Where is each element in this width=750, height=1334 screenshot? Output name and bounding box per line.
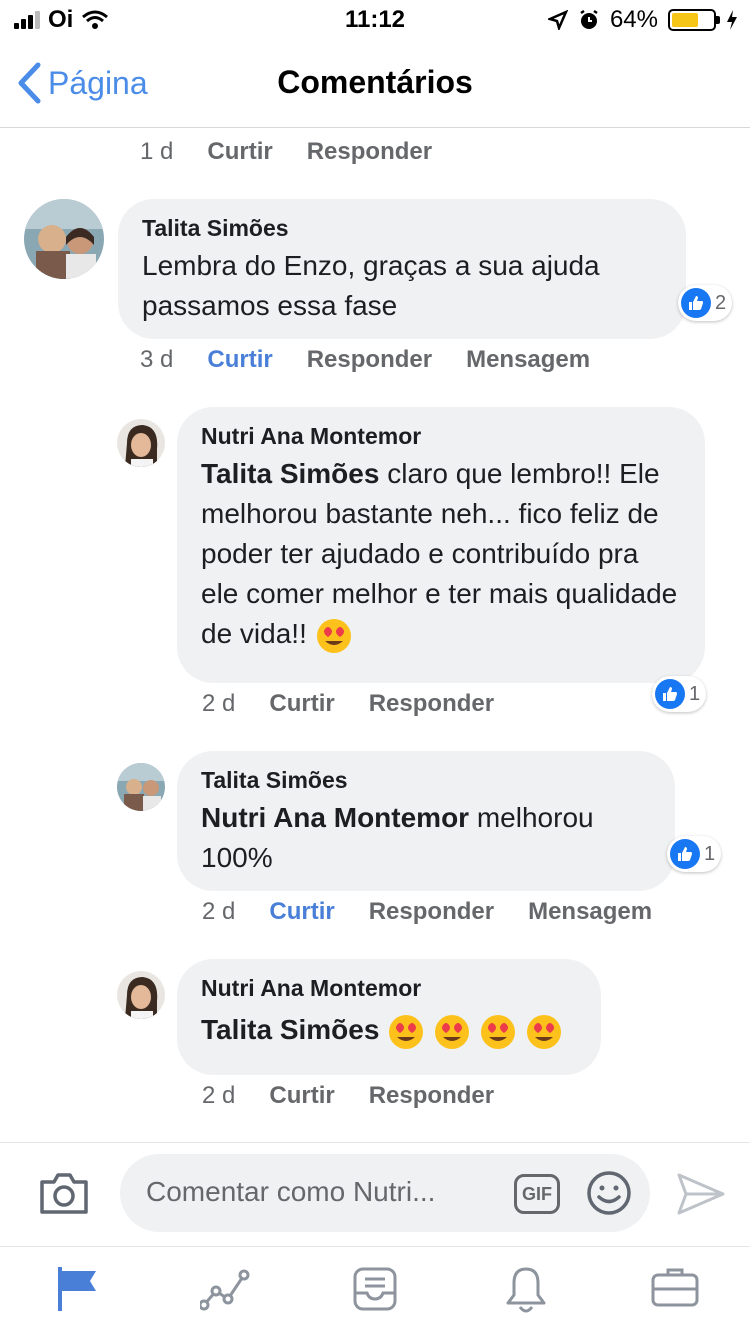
comment-input[interactable]: Comentar como Nutri... GIF bbox=[120, 1154, 650, 1232]
comment-bubble[interactable]: Nutri Ana Montemor Talita Simões bbox=[177, 959, 601, 1075]
status-bar: Oi 11:12 64% bbox=[0, 0, 750, 40]
like-action[interactable]: Curtir bbox=[207, 346, 272, 374]
comment-actions: 2 d Curtir Responder Mensagem bbox=[202, 898, 652, 926]
heart-eyes-emoji-icon bbox=[316, 618, 351, 653]
thumbs-up-icon bbox=[670, 839, 700, 869]
like-count: 2 bbox=[715, 291, 727, 314]
comment-time: 2 d bbox=[202, 690, 236, 717]
avatar-talita[interactable] bbox=[24, 199, 104, 279]
like-count: 1 bbox=[689, 682, 701, 705]
comment-text: Talita Simões bbox=[201, 1010, 577, 1051]
message-action[interactable]: Mensagem bbox=[466, 346, 590, 374]
mention-link[interactable]: Talita Simões bbox=[201, 458, 379, 489]
comment-text: Nutri Ana Montemor melhorou 100% bbox=[201, 798, 651, 878]
avatar-nutri[interactable] bbox=[117, 971, 165, 1019]
bell-icon bbox=[506, 1267, 546, 1313]
reply-action[interactable]: Responder bbox=[307, 138, 432, 166]
send-icon[interactable] bbox=[676, 1172, 726, 1221]
tab-tools[interactable] bbox=[650, 1265, 700, 1314]
battery-label: 64% bbox=[609, 6, 658, 33]
like-action[interactable]: Curtir bbox=[269, 898, 334, 926]
reply-action[interactable]: Responder bbox=[369, 690, 494, 718]
comment-bubble[interactable]: Talita Simões Lembra do Enzo, graças a s… bbox=[118, 199, 686, 339]
gif-icon[interactable]: GIF bbox=[514, 1174, 560, 1214]
reply-action[interactable]: Responder bbox=[369, 1082, 494, 1110]
comment-time: 1 d bbox=[140, 138, 174, 165]
mention-link[interactable]: Nutri Ana Montemor bbox=[201, 802, 469, 833]
tab-insights[interactable] bbox=[198, 1265, 250, 1316]
comment-actions-previous: 1 d Curtir Responder bbox=[140, 138, 432, 166]
divider bbox=[0, 1142, 750, 1143]
chart-icon bbox=[198, 1269, 250, 1311]
message-action[interactable]: Mensagem bbox=[528, 898, 652, 926]
comment-time: 2 d bbox=[202, 1082, 236, 1109]
comment-author[interactable]: Talita Simões bbox=[142, 215, 662, 242]
comment-time: 2 d bbox=[202, 898, 236, 925]
tab-page[interactable] bbox=[56, 1265, 98, 1318]
like-count: 1 bbox=[704, 842, 716, 865]
heart-eyes-emoji-icon bbox=[526, 1014, 561, 1049]
reply-action[interactable]: Responder bbox=[307, 346, 432, 374]
tab-notifications[interactable] bbox=[504, 1265, 548, 1320]
status-right: 64% bbox=[547, 6, 738, 34]
location-icon bbox=[547, 10, 568, 30]
reaction-count[interactable]: 1 bbox=[667, 836, 722, 872]
reaction-count[interactable]: 1 bbox=[652, 676, 707, 712]
comment-text: Talita Simões claro que lembro!! Ele mel… bbox=[201, 454, 681, 655]
comment-author[interactable]: Nutri Ana Montemor bbox=[201, 423, 681, 450]
like-action[interactable]: Curtir bbox=[207, 138, 272, 166]
heart-eyes-emoji-icon bbox=[435, 1014, 469, 1049]
page-title: Comentários bbox=[277, 64, 473, 100]
thumbs-up-icon bbox=[655, 679, 685, 709]
comment-actions: 2 d Curtir Responder bbox=[202, 690, 494, 718]
comment-author[interactable]: Nutri Ana Montemor bbox=[201, 975, 577, 1002]
thumbs-up-icon bbox=[681, 288, 711, 318]
comment-bubble[interactable]: Nutri Ana Montemor Talita Simões claro q… bbox=[177, 407, 705, 683]
comment-time: 3 d bbox=[140, 346, 174, 373]
nav-bar: Página Comentários bbox=[0, 40, 750, 128]
charging-icon bbox=[727, 10, 737, 30]
battery-icon bbox=[668, 9, 720, 31]
tab-inbox[interactable] bbox=[352, 1265, 398, 1318]
avatar-talita[interactable] bbox=[117, 763, 165, 811]
comment-author[interactable]: Talita Simões bbox=[201, 767, 651, 794]
inbox-icon bbox=[353, 1267, 397, 1311]
comment-bubble[interactable]: Talita Simões Nutri Ana Montemor melhoro… bbox=[177, 751, 675, 891]
comment-actions: 2 d Curtir Responder bbox=[202, 1082, 494, 1110]
briefcase-icon bbox=[651, 1268, 699, 1307]
like-action[interactable]: Curtir bbox=[269, 690, 334, 718]
smile-icon[interactable] bbox=[586, 1170, 632, 1221]
comment-text: Lembra do Enzo, graças a sua ajuda passa… bbox=[142, 250, 600, 321]
heart-eyes-emoji-icon bbox=[480, 1014, 515, 1049]
flag-icon bbox=[58, 1267, 96, 1311]
tab-bar bbox=[0, 1246, 750, 1334]
comment-input-placeholder: Comentar como Nutri... bbox=[146, 1176, 436, 1207]
reaction-count[interactable]: 2 bbox=[678, 285, 733, 321]
alarm-icon bbox=[580, 9, 598, 29]
mention-link[interactable]: Talita Simões bbox=[201, 1014, 379, 1045]
like-action[interactable]: Curtir bbox=[269, 1082, 334, 1110]
comment-actions: 3 d Curtir Responder Mensagem bbox=[140, 346, 590, 374]
heart-eyes-emoji-icon bbox=[389, 1014, 424, 1049]
avatar-nutri[interactable] bbox=[117, 419, 165, 467]
reply-action[interactable]: Responder bbox=[369, 898, 494, 926]
camera-icon[interactable] bbox=[38, 1170, 90, 1221]
